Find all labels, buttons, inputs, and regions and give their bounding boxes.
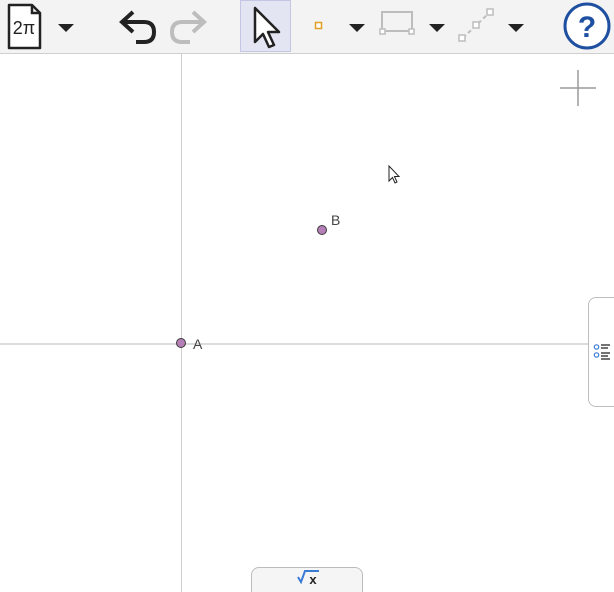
line-tool-button[interactable] <box>456 0 496 53</box>
help-label: ? <box>578 11 596 44</box>
list-view-icon <box>593 344 610 360</box>
redo-icon <box>169 10 207 44</box>
chevron-down-icon <box>508 24 524 32</box>
chevron-down-icon <box>429 24 445 32</box>
input-bar-toggle[interactable]: x √x <box>251 567 363 592</box>
line-icon <box>458 8 494 42</box>
point-b-label: B <box>331 212 341 228</box>
move-tool-button[interactable] <box>240 0 291 52</box>
main-menu-button[interactable]: 2π <box>4 0 44 53</box>
point-tool-dropdown[interactable] <box>345 0 369 53</box>
menu-dropdown-button[interactable] <box>54 0 78 53</box>
point-icon <box>314 21 323 30</box>
graphics-view[interactable]: B A x √x <box>0 54 614 592</box>
arrow-pointer-icon <box>253 6 281 49</box>
point-a[interactable] <box>176 338 186 348</box>
point-a-label: A <box>193 336 203 352</box>
svg-text:x: x <box>309 572 317 587</box>
undo-button[interactable] <box>114 0 160 53</box>
mouse-cursor-icon <box>387 164 401 186</box>
point-tool-button[interactable] <box>304 0 334 53</box>
help-button[interactable]: ? <box>562 0 612 53</box>
point-b[interactable] <box>317 225 327 235</box>
crosshair-icon[interactable] <box>558 68 598 108</box>
segment-tool-dropdown[interactable] <box>425 0 449 53</box>
sqrt-x-icon: x <box>297 570 319 587</box>
chevron-down-icon <box>58 24 74 32</box>
redo-button[interactable] <box>166 0 212 53</box>
help-icon: ? <box>563 2 611 50</box>
chevron-down-icon <box>349 24 365 32</box>
toolbar: 2π ? <box>0 0 614 54</box>
y-axis <box>181 54 182 592</box>
line-tool-dropdown[interactable] <box>504 0 528 53</box>
document-icon: 2π <box>7 3 42 50</box>
segment-icon <box>379 11 415 35</box>
menu-label: 2π <box>13 18 35 38</box>
undo-icon <box>119 10 157 44</box>
algebra-view-toggle[interactable] <box>588 297 614 407</box>
x-axis <box>0 343 614 345</box>
segment-tool-button[interactable] <box>378 0 418 53</box>
